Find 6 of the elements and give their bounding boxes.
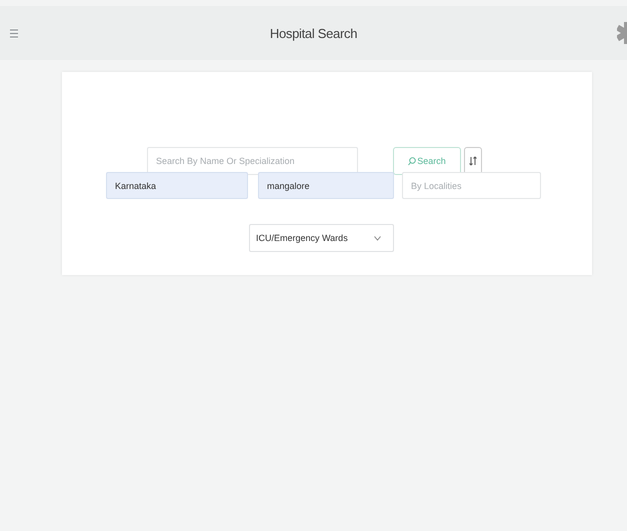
filter-field[interactable]: Karnataka bbox=[106, 172, 248, 199]
search-field[interactable]: Search By Name Or Specialization bbox=[147, 147, 358, 175]
page-title: Hospital Search bbox=[270, 26, 358, 40]
ward-dropdown[interactable]: ICU/Emergency Wards bbox=[249, 224, 394, 252]
filter-field[interactable]: mangalore bbox=[258, 172, 394, 199]
filter-field[interactable]: By Localities bbox=[402, 172, 541, 199]
